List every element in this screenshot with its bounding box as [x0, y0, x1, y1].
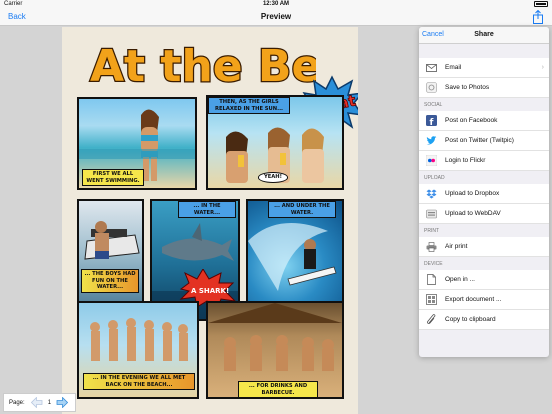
share-item-twitter[interactable]: Post on Twitter (Twitpic): [419, 131, 549, 151]
share-item-email[interactable]: Email ›: [419, 58, 549, 78]
clipboard-icon: [425, 314, 437, 326]
comic-title-banner: At the Beach: [89, 40, 316, 91]
export-icon: [425, 294, 437, 306]
comic-panel-barbecue[interactable]: ... FOR DRINKS AND BARBECUE.: [206, 301, 344, 399]
section-header-upload: UPLOAD: [424, 175, 445, 181]
share-header: Cancel Share: [419, 27, 549, 44]
chevron-right-icon: ›: [541, 64, 544, 71]
share-item-label: Export document ...: [445, 296, 502, 303]
share-item-export[interactable]: Export document ...: [419, 290, 549, 310]
facebook-icon: f: [425, 115, 437, 127]
section-header-social: SOCIAL: [424, 102, 443, 108]
status-bar: Carrier 12:30 AM: [0, 0, 552, 9]
navigation-bar: Back Preview: [0, 9, 552, 26]
share-item-copy-clipboard[interactable]: Copy to clipboard: [419, 310, 549, 330]
twitter-icon: [425, 135, 437, 147]
share-item-label: Save to Photos: [445, 84, 490, 91]
section-header-print: PRINT: [424, 228, 439, 234]
share-popover: Cancel Share Email › Save to Photos SOCI…: [419, 27, 549, 357]
share-item-airprint[interactable]: Air print: [419, 237, 549, 257]
comic-panel-evening[interactable]: ... IN THE EVENING WE ALL MET BACK ON TH…: [77, 301, 199, 399]
share-item-label: Post on Facebook: [445, 117, 498, 124]
page-title: Preview: [260, 12, 292, 21]
speech-bubble: YEAH!: [258, 172, 288, 183]
printer-icon: [425, 241, 437, 253]
webdav-icon: [425, 208, 437, 220]
share-item-open-in[interactable]: Open in ...: [419, 270, 549, 290]
section-header-device: DEVICE: [424, 261, 443, 267]
battery-icon: [534, 1, 548, 7]
share-item-label: Open in ...: [445, 276, 475, 283]
panel-caption: ... IN THE EVENING WE ALL MET BACK ON TH…: [83, 373, 195, 390]
share-item-label: Email: [445, 64, 462, 71]
share-icon[interactable]: [532, 10, 544, 24]
panel-caption: THEN, AS THE GIRLS RELAXED IN THE SUN...: [208, 97, 290, 114]
share-item-label: Air print: [445, 243, 468, 250]
envelope-icon: [425, 62, 437, 74]
svg-text:f: f: [429, 118, 433, 126]
page-control: Page: 1: [3, 393, 76, 412]
share-item-label: Upload to WebDAV: [445, 210, 501, 217]
share-item-label: Copy to clipboard: [445, 316, 496, 323]
share-item-label: Post on Twitter (Twitpic): [445, 137, 514, 144]
panel-caption: ... FOR DRINKS AND BARBECUE.: [238, 381, 318, 397]
comic-title: At the Beach: [90, 41, 316, 91]
share-item-facebook[interactable]: f Post on Facebook: [419, 111, 549, 131]
page-number: 1: [47, 399, 52, 406]
panel-caption: ... IN THE WATER...: [178, 201, 236, 218]
share-title: Share: [474, 31, 494, 38]
flickr-icon: [425, 155, 437, 167]
open-in-icon: [425, 274, 437, 286]
comic-panel-girls[interactable]: THEN, AS THE GIRLS RELAXED IN THE SUN...…: [206, 95, 344, 190]
page-label: Page:: [9, 399, 25, 406]
comic-page: At the Beach Splat FIRST WE ALL WENT SWI…: [62, 27, 358, 414]
panel-caption: FIRST WE ALL WENT SWIMMING.: [82, 169, 144, 186]
prev-page-arrow-icon[interactable]: [30, 397, 43, 408]
share-item-flickr[interactable]: Login to Flickr: [419, 151, 549, 171]
share-item-label: Login to Flickr: [445, 157, 486, 164]
share-item-webdav[interactable]: Upload to WebDAV: [419, 204, 549, 224]
clock: 12:30 AM: [262, 1, 290, 7]
share-item-dropbox[interactable]: Upload to Dropbox: [419, 184, 549, 204]
share-item-save-photos[interactable]: Save to Photos: [419, 78, 549, 98]
panel-caption: ... AND UNDER THE WATER.: [268, 201, 336, 218]
photos-icon: [425, 82, 437, 94]
comic-panel-swimming[interactable]: FIRST WE ALL WENT SWIMMING.: [77, 97, 197, 190]
next-page-arrow-icon[interactable]: [56, 397, 69, 408]
share-item-label: Upload to Dropbox: [445, 190, 500, 197]
dropbox-icon: [425, 188, 437, 200]
panel-caption: ... THE BOYS HAD FUN ON THE WATER...: [81, 269, 139, 293]
shark-burst-text: A SHARK!: [191, 287, 229, 295]
